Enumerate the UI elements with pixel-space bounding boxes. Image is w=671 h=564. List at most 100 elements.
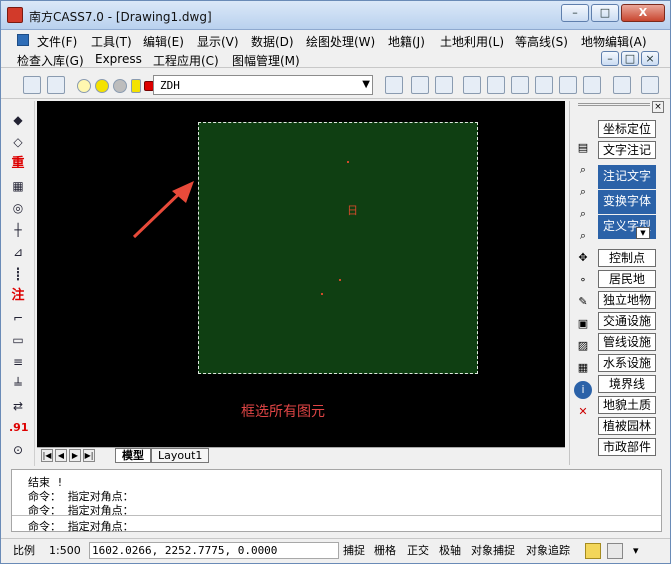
- tray-icon[interactable]: [607, 543, 623, 559]
- lightbulb-icon[interactable]: [77, 79, 91, 93]
- command-prompt[interactable]: 命令： 指定对角点：: [28, 518, 134, 534]
- last-tab-button[interactable]: ▶|: [83, 449, 95, 462]
- draw-point-icon[interactable]: ◆: [9, 111, 27, 129]
- break-icon[interactable]: ╧: [9, 375, 27, 393]
- pan-icon[interactable]: ✥: [574, 249, 592, 267]
- tab-layout1[interactable]: Layout1: [151, 448, 210, 463]
- drawing-canvas[interactable]: 日 框选所有图元: [37, 101, 565, 447]
- calculator-icon[interactable]: ▦: [574, 359, 592, 377]
- redraw-icon[interactable]: 重: [9, 155, 27, 173]
- open-file-icon[interactable]: [411, 76, 429, 94]
- independent-feature-button[interactable]: 独立地物: [598, 291, 656, 309]
- terrain-soil-button[interactable]: 地貌土质: [598, 396, 656, 414]
- polyline-icon[interactable]: ⌐: [9, 309, 27, 327]
- doc-restore-button[interactable]: □: [621, 51, 639, 66]
- hatch-icon[interactable]: ≡: [9, 353, 27, 371]
- chevron-down-icon[interactable]: ▼: [636, 227, 650, 239]
- snap-toggle[interactable]: 捕捉: [343, 543, 365, 559]
- change-font-button[interactable]: 变换字体: [598, 190, 656, 214]
- vegetation-button[interactable]: 植被园林: [598, 417, 656, 435]
- menu-contour[interactable]: 等高线(S): [515, 33, 568, 50]
- menu-drawing-process[interactable]: 绘图处理(W): [306, 33, 375, 50]
- pan-icon[interactable]: [487, 76, 505, 94]
- menu-tools[interactable]: 工具(T): [91, 33, 132, 50]
- close-button[interactable]: X: [621, 4, 665, 22]
- water-facility-button[interactable]: 水系设施: [598, 354, 656, 372]
- linetype-icon[interactable]: [385, 76, 403, 94]
- title-bar[interactable]: 南方CASS7.0 - [Drawing1.dwg] – □ X: [1, 1, 670, 30]
- rectangle-icon[interactable]: ▭: [9, 331, 27, 349]
- panel-grip[interactable]: [578, 103, 650, 106]
- object-snap-toggle[interactable]: 对象捕捉: [471, 543, 515, 559]
- text-annotation-button[interactable]: 文字注记: [598, 141, 656, 159]
- menu-edit[interactable]: 编辑(E): [143, 33, 184, 50]
- layer-switch-icon[interactable]: ⇄: [9, 397, 27, 415]
- redo-icon[interactable]: [641, 76, 659, 94]
- chevron-down-icon[interactable]: ▾: [633, 543, 647, 559]
- zoom-icon[interactable]: ⌕: [574, 161, 592, 179]
- boundary-line-button[interactable]: 境界线: [598, 375, 656, 393]
- save-icon[interactable]: [435, 76, 453, 94]
- scale-value[interactable]: 1:500: [49, 543, 81, 559]
- zoom-window-icon[interactable]: [535, 76, 553, 94]
- query-icon[interactable]: ◎: [9, 199, 27, 217]
- elevation-icon[interactable]: .91: [9, 419, 29, 437]
- survey-icon[interactable]: ⊿: [9, 243, 27, 261]
- menu-land-use[interactable]: 土地利用(L): [440, 33, 504, 50]
- document-icon[interactable]: [17, 34, 29, 46]
- zoom-icon[interactable]: [511, 76, 529, 94]
- grid-toggle[interactable]: 栅格: [374, 543, 396, 559]
- menu-view[interactable]: 显示(V): [197, 33, 239, 50]
- command-window[interactable]: 结束 ! 命令： 指定对角点： 命令： 指定对角点： 命令： 指定对角点：: [11, 469, 662, 534]
- menu-cadastre[interactable]: 地籍(J): [388, 33, 425, 50]
- municipal-parts-button[interactable]: 市政部件: [598, 438, 656, 456]
- menu-map-sheet[interactable]: 图幅管理(M): [232, 52, 300, 69]
- panel-close-icon[interactable]: ×: [652, 101, 664, 113]
- ruler-icon[interactable]: ┋: [9, 265, 27, 283]
- edit-icon[interactable]: ◇: [9, 133, 27, 151]
- doc-minimize-button[interactable]: –: [601, 51, 619, 66]
- layers-icon[interactable]: ▤: [574, 139, 592, 157]
- menu-express[interactable]: Express: [95, 52, 142, 66]
- lock-icon[interactable]: [585, 543, 601, 559]
- menu-file[interactable]: 文件(F): [37, 33, 77, 50]
- pipeline-facility-button[interactable]: 管线设施: [598, 333, 656, 351]
- target-icon[interactable]: ⊙: [9, 441, 27, 459]
- brush-icon[interactable]: ✎: [574, 293, 592, 311]
- tab-model[interactable]: 模型: [115, 448, 151, 463]
- pencil-icon[interactable]: [463, 76, 481, 94]
- menu-data[interactable]: 数据(D): [251, 33, 294, 50]
- zoom-icon[interactable]: ⌕: [574, 183, 592, 201]
- minimize-button[interactable]: –: [561, 4, 589, 22]
- snap-icon[interactable]: ∘: [574, 271, 592, 289]
- copy-icon[interactable]: ▣: [574, 315, 592, 333]
- zoom-icon[interactable]: ⌕: [574, 205, 592, 223]
- doc-close-button[interactable]: ×: [641, 51, 659, 66]
- object-track-toggle[interactable]: 对象追踪: [526, 543, 570, 559]
- lock-icon[interactable]: [131, 79, 141, 93]
- layer-dropdown[interactable]: ZDH ▼: [153, 75, 373, 95]
- cass-app-icon[interactable]: [7, 7, 23, 23]
- coord-locate-button[interactable]: 坐标定位: [598, 120, 656, 138]
- measure-icon[interactable]: ┼: [9, 221, 27, 239]
- annotate-icon[interactable]: 注: [9, 287, 27, 305]
- polar-toggle[interactable]: 极轴: [439, 543, 461, 559]
- zoom-previous-icon[interactable]: [583, 76, 601, 94]
- sun-icon[interactable]: [95, 79, 109, 93]
- control-point-button[interactable]: 控制点: [598, 249, 656, 267]
- first-tab-button[interactable]: |◀: [41, 449, 53, 462]
- traffic-facility-button[interactable]: 交通设施: [598, 312, 656, 330]
- freeze-icon[interactable]: [113, 79, 127, 93]
- layer-properties-icon[interactable]: [23, 76, 41, 94]
- layer-state-icon[interactable]: [47, 76, 65, 94]
- delete-icon[interactable]: ✕: [574, 403, 592, 421]
- ortho-toggle[interactable]: 正交: [407, 543, 429, 559]
- next-tab-button[interactable]: ▶: [69, 449, 81, 462]
- menu-feature-edit[interactable]: 地物编辑(A): [581, 33, 647, 50]
- maximize-button[interactable]: □: [591, 4, 619, 22]
- info-icon[interactable]: i: [574, 381, 592, 399]
- annotate-text-button[interactable]: 注记文字: [598, 165, 656, 189]
- zoom-icon[interactable]: ⌕: [574, 227, 592, 245]
- menu-engineering[interactable]: 工程应用(C): [153, 52, 219, 69]
- zoom-extents-icon[interactable]: [559, 76, 577, 94]
